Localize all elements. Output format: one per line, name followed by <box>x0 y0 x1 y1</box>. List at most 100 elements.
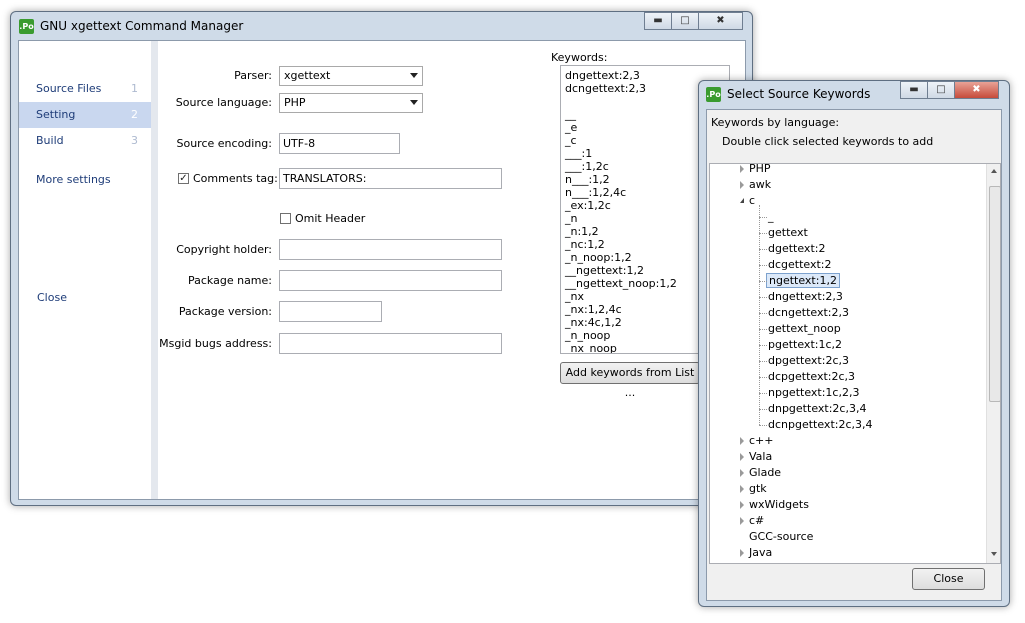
tree-node-keyword[interactable]: dcgettext:2 <box>768 257 832 273</box>
nav-item-label: Build <box>36 134 64 147</box>
nav-item-setting[interactable]: Setting 2 <box>19 102 151 128</box>
package-version-label: Package version: <box>178 305 272 318</box>
close-icon: ✖ <box>972 84 981 95</box>
dialog-close-button[interactable]: Close <box>912 568 985 590</box>
nav-item-number: 2 <box>131 108 138 121</box>
expand-arrow-icon[interactable] <box>740 485 744 493</box>
maximize-icon: □ <box>936 84 946 95</box>
tree-node-label: Java <box>749 546 773 559</box>
chevron-down-icon <box>410 100 418 105</box>
tree-node-keyword[interactable]: dnpgettext:2c,3,4 <box>768 401 866 417</box>
nav-item-source-files[interactable]: Source Files 1 <box>19 76 151 102</box>
minimize-button[interactable]: ▬ <box>644 12 672 30</box>
close-icon: ✖ <box>716 15 725 26</box>
more-settings-link[interactable]: More settings <box>36 173 111 186</box>
tree-node-language[interactable]: wxWidgets <box>740 497 809 513</box>
tree-node-label: c <box>749 194 756 207</box>
maximize-button[interactable]: □ <box>671 12 699 30</box>
tree-connector <box>759 345 767 346</box>
tree-connector <box>759 409 767 410</box>
comments-tag-input[interactable]: TRANSLATORS: <box>279 168 502 189</box>
nav-item-label: Setting <box>36 108 76 121</box>
msgid-bugs-input[interactable] <box>279 333 502 354</box>
expand-arrow-icon[interactable] <box>740 517 744 525</box>
checkmark-icon: ✓ <box>179 173 188 184</box>
close-window-button[interactable]: ✖ <box>698 12 743 30</box>
tree-node-label: dnpgettext:2c,3,4 <box>768 402 867 415</box>
expand-arrow-icon[interactable] <box>740 437 744 445</box>
dialog-close-window-button[interactable]: ✖ <box>954 81 999 99</box>
copyright-input[interactable] <box>279 239 502 260</box>
collapse-arrow-icon[interactable] <box>740 198 744 203</box>
expand-arrow-icon[interactable] <box>740 469 744 477</box>
tree-node-language[interactable]: GCC-source <box>749 529 813 545</box>
tree-node-label: PHP <box>749 163 771 175</box>
scroll-down-icon[interactable] <box>991 552 997 556</box>
omit-header-checkbox[interactable] <box>280 213 291 224</box>
scroll-up-icon[interactable] <box>991 169 997 173</box>
tree-node-label: dcnpgettext:2c,3,4 <box>768 418 873 431</box>
app-icon: .Po <box>19 19 34 34</box>
expand-arrow-icon[interactable] <box>740 501 744 509</box>
tree-connector <box>759 233 767 234</box>
add-keywords-button[interactable]: Add keywords from List ... <box>560 362 700 399</box>
nav-item-number: 3 <box>131 134 138 147</box>
tree-node-keyword[interactable]: dpgettext:2c,3 <box>768 353 849 369</box>
nav-item-build[interactable]: Build 3 <box>19 128 151 154</box>
tree-node-keyword[interactable]: _ <box>768 209 774 225</box>
tree-node-keyword[interactable]: dgettext:2 <box>768 241 825 257</box>
keywords-by-language-heading: Keywords by language: <box>711 116 840 129</box>
source-language-select[interactable]: PHP <box>279 93 423 113</box>
tree-node-keyword[interactable]: dcnpgettext:2c,3,4 <box>768 417 873 433</box>
tree-node-language-expanded[interactable]: c <box>740 193 756 209</box>
tree-node-language[interactable]: Vala <box>740 449 772 465</box>
tree-node-language[interactable]: c++ <box>740 433 773 449</box>
source-encoding-input[interactable]: UTF-8 <box>279 133 400 154</box>
expand-arrow-icon[interactable] <box>740 549 744 557</box>
source-language-value: PHP <box>284 96 306 109</box>
tree-connector <box>759 249 767 250</box>
tree-node-language[interactable]: awk <box>740 177 771 193</box>
close-link[interactable]: Close <box>37 291 67 304</box>
dialog-titlebar[interactable]: .Po Select Source Keywords ▬ □ ✖ <box>699 81 1009 109</box>
sidebar: Source Files 1 Setting 2 Build 3 More se… <box>19 41 151 499</box>
tree-node-keyword[interactable]: gettext_noop <box>768 321 841 337</box>
comments-tag-checkbox[interactable]: ✓ <box>178 173 189 184</box>
parser-select[interactable]: xgettext <box>279 66 423 86</box>
main-titlebar[interactable]: .Po GNU xgettext Command Manager ▬ □ ✖ <box>11 12 752 40</box>
scroll-thumb[interactable] <box>989 186 1000 402</box>
expand-arrow-icon[interactable] <box>740 453 744 461</box>
tree-node-label: npgettext:1c,2,3 <box>768 386 860 399</box>
package-version-input[interactable] <box>279 301 382 322</box>
expand-arrow-icon[interactable] <box>740 181 744 189</box>
tree-node-language[interactable]: gtk <box>740 481 767 497</box>
source-encoding-label: Source encoding: <box>176 137 273 150</box>
tree-node-label: GCC-source <box>749 530 814 543</box>
tree-node-label: Glade <box>749 466 782 479</box>
tree-node-label: dngettext:2,3 <box>768 290 843 303</box>
dialog-maximize-button[interactable]: □ <box>927 81 955 99</box>
package-name-input[interactable] <box>279 270 502 291</box>
tree-node-keyword[interactable]: dcngettext:2,3 <box>768 305 849 321</box>
expand-arrow-icon[interactable] <box>740 165 744 173</box>
tree-scrollbar[interactable] <box>986 164 1000 563</box>
tree-node-keyword[interactable]: gettext <box>768 225 808 241</box>
tree-node-language[interactable]: PHP <box>740 163 771 177</box>
tree-node-label: pgettext:1c,2 <box>768 338 843 351</box>
nav-item-number: 1 <box>131 82 138 95</box>
main-window: .Po GNU xgettext Command Manager ▬ □ ✖ S… <box>10 11 753 506</box>
tree-connector <box>759 329 767 330</box>
tree-node-keyword[interactable]: npgettext:1c,2,3 <box>768 385 859 401</box>
tree-node-language[interactable]: c# <box>740 513 764 529</box>
tree-node-keyword[interactable]: dngettext:2,3 <box>768 289 843 305</box>
keywords-label: Keywords: <box>551 51 608 64</box>
tree-node-keyword[interactable]: dcpgettext:2c,3 <box>768 369 855 385</box>
tree-node-keyword[interactable]: pgettext:1c,2 <box>768 337 842 353</box>
tree-node-language[interactable]: Glade <box>740 465 782 481</box>
tree-node-language[interactable]: Java <box>740 545 773 561</box>
dialog-minimize-button[interactable]: ▬ <box>900 81 928 99</box>
tree-connector <box>759 361 767 362</box>
tree-node-keyword-selected[interactable]: ngettext:1,2 <box>766 273 840 289</box>
sidebar-splitter[interactable] <box>151 41 158 499</box>
language-keyword-tree[interactable]: PHP awk c _ gettext dgettext:2 dcgettext:2 nget… <box>709 163 1001 564</box>
